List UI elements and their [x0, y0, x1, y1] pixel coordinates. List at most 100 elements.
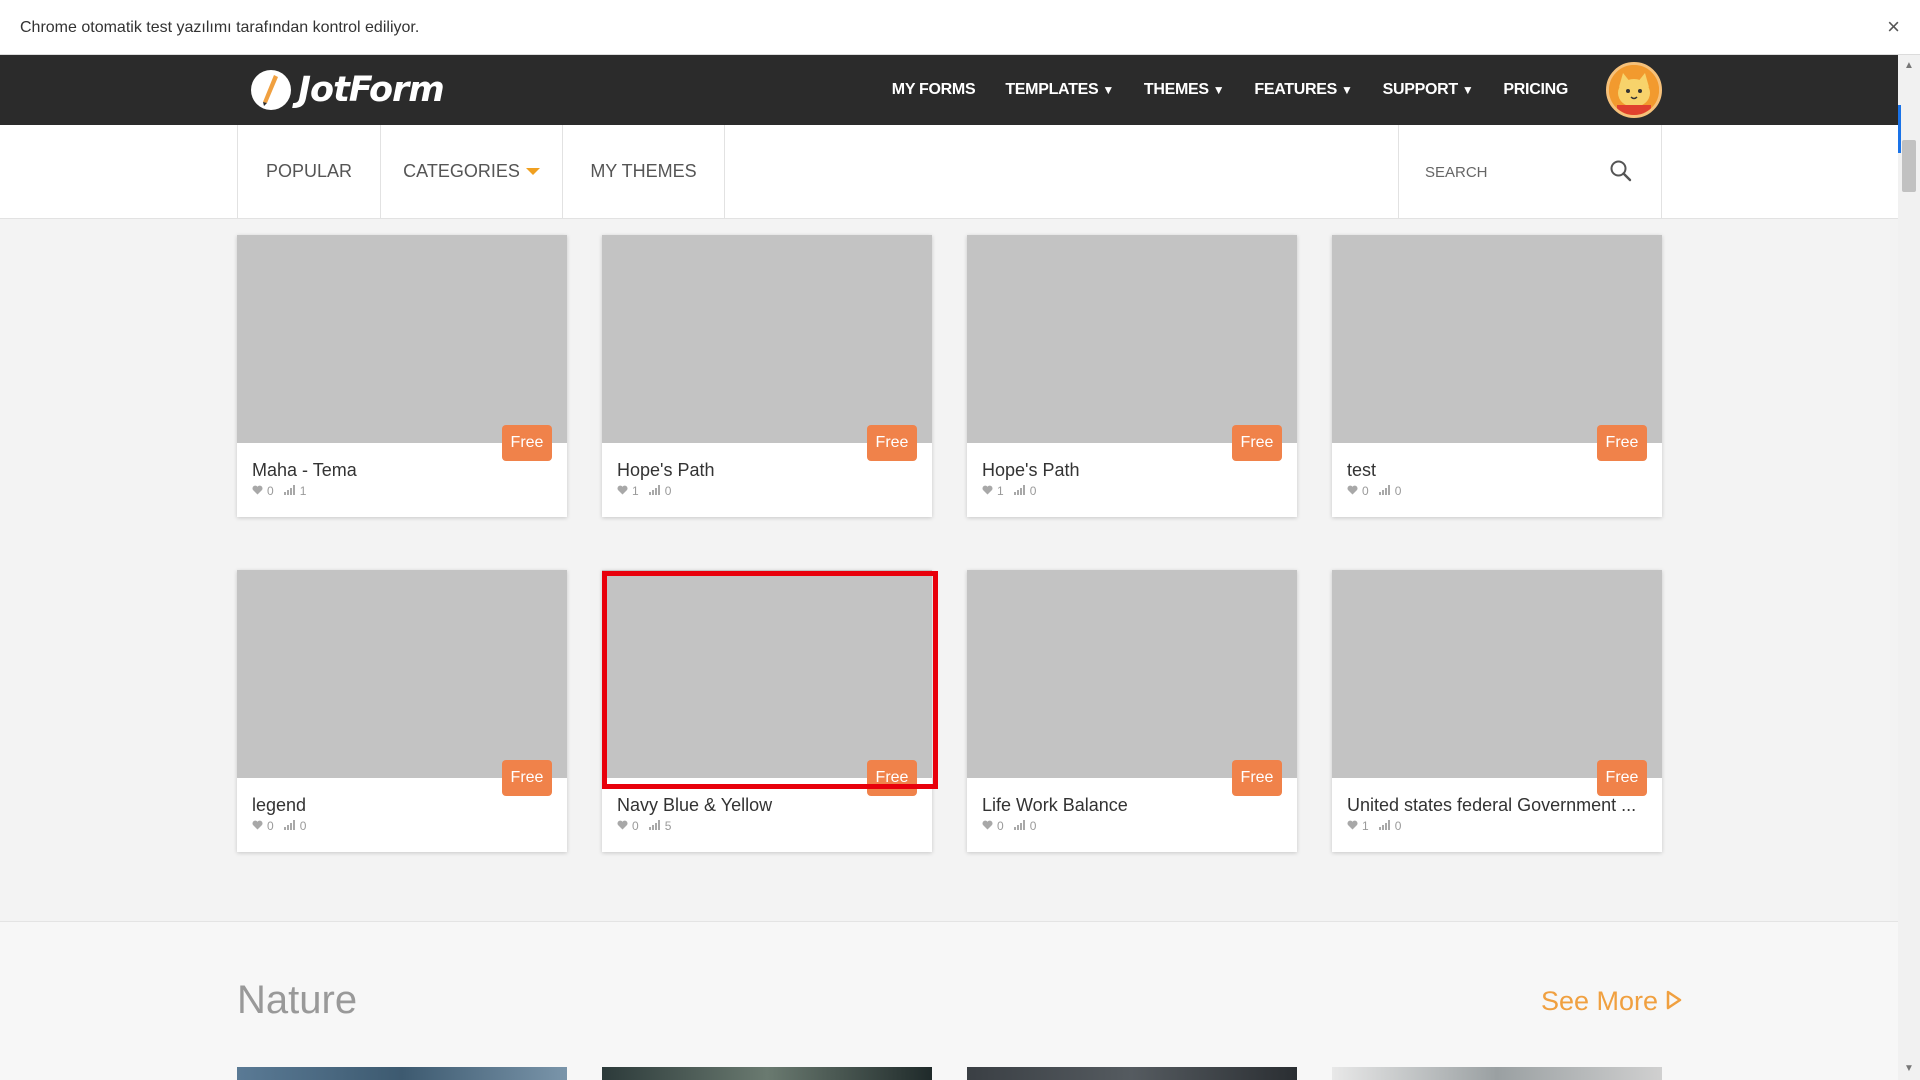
- see-more-link[interactable]: See More: [1541, 986, 1682, 1017]
- theme-title[interactable]: Life Work Balance: [982, 795, 1282, 816]
- uses-count: 1: [299, 484, 307, 498]
- likes-count: 0: [267, 819, 274, 833]
- caret-down-icon: ▼: [1461, 83, 1474, 97]
- scroll-thumb[interactable]: [1902, 140, 1916, 192]
- heart-icon: [617, 819, 628, 833]
- dropdown-triangle-icon: [525, 168, 540, 175]
- theme-thumbnail[interactable]: [602, 570, 932, 778]
- nav-link-label: FEATURES: [1254, 81, 1338, 98]
- theme-card[interactable]: Free Hope's Path 1 0: [967, 235, 1297, 517]
- nav-link-label: TEMPLATES: [1005, 81, 1099, 98]
- page-scrollbar[interactable]: ▲ ▼: [1898, 55, 1920, 1080]
- bar-chart-icon: [1013, 819, 1026, 833]
- uses-count: 5: [664, 819, 672, 833]
- scroll-down-arrow-icon[interactable]: ▼: [1898, 1058, 1920, 1080]
- bar-chart-icon: [648, 484, 661, 498]
- tab-popular[interactable]: POPULAR: [238, 125, 381, 218]
- nav-support[interactable]: SUPPORT ▼: [1383, 81, 1474, 99]
- automation-infobar: Chrome otomatik test yazılımı tarafından…: [0, 0, 1920, 55]
- theme-title[interactable]: legend: [252, 795, 552, 816]
- free-badge: Free: [502, 760, 552, 796]
- tab-categories[interactable]: CATEGORIES: [381, 125, 563, 218]
- nature-theme-thumbnail[interactable]: [237, 1067, 567, 1080]
- theme-thumbnail[interactable]: [967, 235, 1297, 443]
- nav-link-label: PRICING: [1503, 81, 1568, 98]
- likes-count: 1: [1362, 819, 1369, 833]
- scroll-up-arrow-icon[interactable]: ▲: [1898, 55, 1920, 77]
- nav-templates[interactable]: TEMPLATES ▼: [1005, 81, 1114, 99]
- theme-thumbnail[interactable]: [967, 570, 1297, 778]
- theme-card[interactable]: Free Maha - Tema 0 1: [237, 235, 567, 517]
- user-avatar[interactable]: [1606, 62, 1662, 118]
- likes-count: 0: [1362, 484, 1369, 498]
- theme-stats: 0 0: [1347, 484, 1401, 498]
- theme-card[interactable]: Free test 0 0: [1332, 235, 1662, 517]
- themes-subnav: POPULAR CATEGORIES MY THEMES: [0, 125, 1898, 219]
- free-badge: Free: [867, 760, 917, 796]
- bar-chart-icon: [283, 819, 296, 833]
- search-input[interactable]: [1423, 159, 1607, 185]
- play-arrow-icon: [1666, 986, 1682, 1017]
- theme-thumbnail[interactable]: [602, 235, 932, 443]
- likes-count: 0: [632, 819, 639, 833]
- uses-count: 0: [1029, 484, 1037, 498]
- infobar-message: Chrome otomatik test yazılımı tarafından…: [20, 19, 420, 36]
- nature-theme-thumbnail[interactable]: [602, 1067, 932, 1080]
- free-badge: Free: [1597, 760, 1647, 796]
- main-nav-links: MY FORMS TEMPLATES ▼ THEMES ▼ FEATURES ▼ SU…: [862, 55, 1569, 125]
- subnav-container: POPULAR CATEGORIES MY THEMES: [237, 125, 1662, 218]
- heart-icon: [1347, 819, 1358, 833]
- top-navigation: JotForm MY FORMS TEMPLATES ▼ THEMES ▼ FEAT…: [0, 55, 1898, 125]
- scroll-indicator: [1898, 105, 1901, 153]
- theme-card[interactable]: Free Hope's Path 1 0: [602, 235, 932, 517]
- uses-count: 0: [1394, 484, 1402, 498]
- nav-themes[interactable]: THEMES ▼: [1144, 81, 1225, 99]
- theme-card[interactable]: Free Navy Blue & Yellow 0 5: [602, 570, 932, 852]
- free-badge: Free: [867, 425, 917, 461]
- nav-pricing[interactable]: PRICING: [1503, 81, 1568, 99]
- bar-chart-icon: [283, 484, 296, 498]
- theme-card[interactable]: Free Life Work Balance 0 0: [967, 570, 1297, 852]
- theme-title[interactable]: test: [1347, 460, 1647, 481]
- theme-stats: 0 5: [617, 819, 671, 833]
- theme-thumbnail[interactable]: [1332, 235, 1662, 443]
- logo-text: JotForm: [298, 70, 445, 110]
- search-icon[interactable]: [1609, 159, 1633, 188]
- jotform-logo[interactable]: JotForm: [250, 67, 445, 113]
- theme-title[interactable]: Hope's Path: [982, 460, 1282, 481]
- likes-count: 1: [997, 484, 1004, 498]
- bar-chart-icon: [648, 819, 661, 833]
- heart-icon: [1347, 484, 1358, 498]
- free-badge: Free: [1597, 425, 1647, 461]
- theme-title[interactable]: Maha - Tema: [252, 460, 552, 481]
- theme-thumbnail[interactable]: [1332, 570, 1662, 778]
- likes-count: 0: [267, 484, 274, 498]
- theme-title[interactable]: United states federal Government ...: [1347, 795, 1647, 816]
- tab-my-themes[interactable]: MY THEMES: [563, 125, 725, 218]
- jotform-logo-icon: [250, 69, 292, 111]
- theme-card[interactable]: Free legend 0 0: [237, 570, 567, 852]
- free-badge: Free: [1232, 760, 1282, 796]
- theme-stats: 1 0: [1347, 819, 1401, 833]
- theme-thumbnail[interactable]: [237, 235, 567, 443]
- tab-label: MY THEMES: [590, 161, 697, 181]
- nature-theme-thumbnail[interactable]: [967, 1067, 1297, 1080]
- theme-title[interactable]: Navy Blue & Yellow: [617, 795, 917, 816]
- bar-chart-icon: [1378, 484, 1391, 498]
- free-badge: Free: [1232, 425, 1282, 461]
- nav-link-label: MY FORMS: [891, 81, 976, 98]
- theme-card[interactable]: Free United states federal Government ..…: [1332, 570, 1662, 852]
- tab-label: POPULAR: [265, 161, 353, 181]
- theme-stats: 0 0: [982, 819, 1036, 833]
- likes-count: 1: [632, 484, 639, 498]
- theme-stats: 1 0: [617, 484, 671, 498]
- nature-theme-thumbnail[interactable]: [1332, 1067, 1662, 1080]
- uses-count: 0: [1029, 819, 1037, 833]
- see-more-label: See More: [1540, 986, 1658, 1016]
- uses-count: 0: [1394, 819, 1402, 833]
- theme-title[interactable]: Hope's Path: [617, 460, 917, 481]
- nav-features[interactable]: FEATURES ▼: [1254, 81, 1353, 99]
- theme-thumbnail[interactable]: [237, 570, 567, 778]
- close-icon[interactable]: ×: [1887, 14, 1900, 40]
- nav-my-forms[interactable]: MY FORMS: [892, 81, 976, 99]
